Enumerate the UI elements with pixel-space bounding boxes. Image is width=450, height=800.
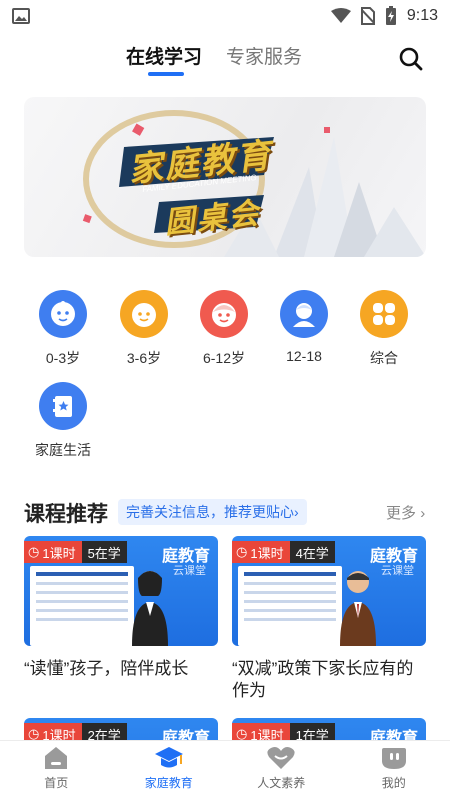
- promo-banner[interactable]: 家庭教育 FAMILY EDUCATION MEETING 圆桌会: [24, 97, 426, 257]
- bottom-tab-bar: 首页 家庭教育 人文素养 我的: [0, 740, 450, 800]
- thumbnail-brand-sub: 云课堂: [381, 565, 414, 577]
- clock-time: 9:13: [406, 7, 438, 24]
- tab-home[interactable]: 首页: [0, 741, 113, 800]
- document-preview: [238, 566, 342, 646]
- category-3-6[interactable]: 3-6岁: [109, 290, 179, 368]
- child-face-icon: [200, 290, 248, 338]
- course-card[interactable]: 庭教育 云课堂 ◷ 1课时 4在学 “双减”政策下家长应有的作为: [232, 536, 426, 702]
- category-label: 0-3岁: [45, 350, 81, 366]
- tab-label: 我的: [381, 776, 406, 790]
- search-icon[interactable]: [398, 46, 424, 72]
- category-0-3[interactable]: 0-3岁: [28, 290, 98, 368]
- category-label: 综合: [370, 350, 398, 366]
- tab-profile[interactable]: 我的: [338, 741, 450, 800]
- tab-label: 首页: [44, 776, 69, 790]
- category-label: 3-6岁: [126, 350, 162, 366]
- teen-face-icon: [280, 290, 328, 338]
- lesson-count: 1课时: [42, 545, 76, 561]
- graduation-cap-icon: [154, 747, 183, 768]
- category-12-18[interactable]: 12-18: [269, 290, 339, 364]
- profile-icon: [381, 748, 406, 769]
- category-label: 12-18: [286, 348, 322, 364]
- lesson-count: 1课时: [250, 545, 284, 561]
- grid-clover-icon: [360, 290, 408, 338]
- lecturer-photo: [132, 571, 168, 646]
- active-tab-indicator: [148, 72, 184, 76]
- category-6-12[interactable]: 6-12岁: [189, 290, 259, 368]
- course-thumbnail: 庭教育 云课堂 ◷ 1课时 5在学: [24, 536, 218, 646]
- studying-count: 5在学: [81, 541, 127, 563]
- studying-count: 4在学: [289, 541, 335, 563]
- battery-charging-icon: [385, 6, 397, 26]
- category-label: 6-12岁: [202, 350, 246, 366]
- course-title: “读懂”孩子，陪伴成长: [24, 659, 189, 678]
- tab-online-learning[interactable]: 在线学习: [126, 42, 202, 69]
- complete-profile-hint[interactable]: 完善关注信息，推荐更贴心›: [118, 499, 307, 525]
- clock-icon: ◷: [236, 544, 248, 559]
- tab-humanities[interactable]: 人文素养: [225, 741, 338, 800]
- course-thumbnail: 庭教育 云课堂 ◷ 1课时 4在学: [232, 536, 426, 646]
- tab-expert-service[interactable]: 专家服务: [226, 42, 302, 69]
- category-comprehensive[interactable]: 综合: [349, 290, 419, 368]
- lecturer-photo: [340, 571, 376, 646]
- category-label: 家庭生活: [35, 442, 91, 458]
- course-badge: ◷ 1课时 4在学: [232, 541, 335, 563]
- chevron-right-icon: ›: [420, 505, 426, 522]
- more-label: 更多: [386, 505, 417, 522]
- category-family-life[interactable]: 家庭生活: [28, 382, 98, 460]
- toddler-face-icon: [120, 290, 168, 338]
- course-title: “双减”政策下家长应有的作为: [232, 659, 414, 700]
- document-preview: [30, 566, 134, 646]
- baby-face-icon: [39, 290, 87, 338]
- tab-family-education[interactable]: 家庭教育: [113, 741, 226, 800]
- wifi-icon: [330, 8, 351, 24]
- section-title-course-recommend: 课程推荐: [24, 503, 108, 526]
- no-sim-icon: [360, 7, 375, 25]
- status-bar: 9:13: [0, 0, 450, 32]
- star-book-icon: [39, 382, 87, 430]
- gallery-notification-icon: [12, 8, 30, 24]
- tab-label: 人文素养: [257, 776, 306, 790]
- course-card[interactable]: 庭教育 云课堂 ◷ 1课时 5在学 “读懂”孩子，陪伴成长: [24, 536, 218, 680]
- thumbnail-brand-sub: 云课堂: [173, 565, 206, 577]
- tab-label: 家庭教育: [144, 776, 193, 790]
- home-icon: [45, 747, 68, 769]
- heart-icon: [267, 747, 295, 769]
- clock-icon: ◷: [28, 544, 40, 559]
- more-link[interactable]: 更多 ›: [386, 502, 425, 523]
- top-tab-bar: 在线学习 专家服务: [0, 38, 450, 78]
- course-badge: ◷ 1课时 5在学: [24, 541, 127, 563]
